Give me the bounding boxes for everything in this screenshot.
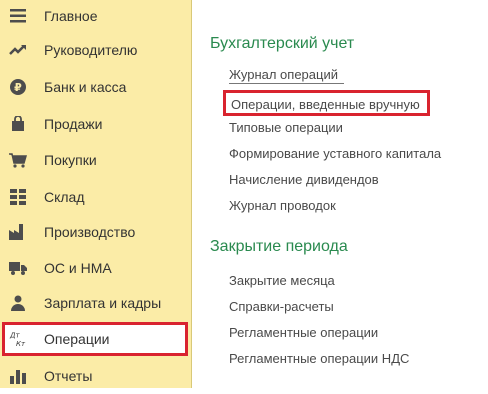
sidebar-item-production[interactable]: Производство bbox=[0, 214, 191, 250]
link-entries-journal[interactable]: Журнал проводок bbox=[229, 198, 336, 213]
ruble-coin-icon: ₽ bbox=[9, 78, 27, 96]
section-title-period-closing: Закрытие периода bbox=[210, 238, 348, 255]
sidebar-item-label: Покупки bbox=[44, 152, 97, 168]
sidebar-item-label: Руководителю bbox=[44, 42, 138, 58]
sidebar-item-purchases[interactable]: Покупки bbox=[0, 142, 191, 178]
link-regulatory-operations[interactable]: Регламентные операции bbox=[229, 325, 378, 340]
sidebar-item-fixed-assets[interactable]: ОС и НМА bbox=[0, 250, 191, 286]
truck-icon bbox=[9, 259, 27, 277]
dt-kt-icon-bottom: Кт bbox=[16, 340, 26, 348]
sidebar-item-label: Зарплата и кадры bbox=[44, 295, 162, 311]
sidebar-item-label: Отчеты bbox=[44, 368, 93, 384]
sidebar-item-operations[interactable]: Дт Кт Операции bbox=[2, 322, 188, 356]
link-charter-capital[interactable]: Формирование уставного капитала bbox=[229, 146, 441, 161]
sidebar-item-main[interactable]: Главное bbox=[0, 0, 191, 34]
sidebar-item-warehouse[interactable]: Склад bbox=[0, 179, 191, 215]
warehouse-grid-icon bbox=[9, 188, 27, 206]
link-calculation-certificates[interactable]: Справки-расчеты bbox=[229, 299, 334, 314]
dt-kt-icon-top: Дт bbox=[9, 332, 20, 340]
person-icon bbox=[9, 294, 27, 312]
link-vat-regulatory-operations[interactable]: Регламентные операции НДС bbox=[229, 351, 409, 366]
sidebar-item-bank[interactable]: ₽ Банк и касса bbox=[0, 69, 191, 105]
focus-underline bbox=[229, 83, 344, 84]
bar-chart-icon bbox=[9, 367, 27, 385]
sidebar-item-label: Продажи bbox=[44, 116, 103, 132]
link-manual-operations[interactable]: Операции, введенные вручную bbox=[223, 90, 430, 116]
svg-text:₽: ₽ bbox=[14, 81, 22, 94]
sidebar-item-label: Главное bbox=[44, 8, 98, 24]
link-month-closing[interactable]: Закрытие месяца bbox=[229, 273, 335, 288]
factory-icon bbox=[9, 223, 27, 241]
link-typical-operations[interactable]: Типовые операции bbox=[229, 120, 343, 135]
sidebar: Главное Руководителю ₽ Банк и касса Прод… bbox=[0, 0, 192, 388]
sidebar-item-sales[interactable]: Продажи bbox=[0, 106, 191, 142]
sidebar-item-manager[interactable]: Руководителю bbox=[0, 32, 191, 68]
sidebar-item-label: ОС и НМА bbox=[44, 260, 112, 276]
sidebar-item-label: Операции bbox=[44, 331, 110, 347]
shopping-bag-icon bbox=[9, 115, 27, 133]
sidebar-item-label: Производство bbox=[44, 224, 136, 240]
trend-up-icon bbox=[9, 41, 27, 59]
sidebar-item-reports[interactable]: Отчеты bbox=[0, 358, 191, 394]
dt-kt-icon: Дт Кт bbox=[9, 330, 27, 349]
shopping-cart-icon bbox=[9, 151, 27, 169]
sidebar-item-label: Склад bbox=[44, 189, 85, 205]
section-title-accounting: Бухгалтерский учет bbox=[210, 35, 355, 52]
link-dividends[interactable]: Начисление дивидендов bbox=[229, 172, 379, 187]
link-operations-journal[interactable]: Журнал операций bbox=[229, 67, 338, 82]
sidebar-item-label: Банк и касса bbox=[44, 79, 127, 95]
hamburger-menu-icon bbox=[9, 7, 27, 25]
sidebar-item-salary[interactable]: Зарплата и кадры bbox=[0, 285, 191, 321]
